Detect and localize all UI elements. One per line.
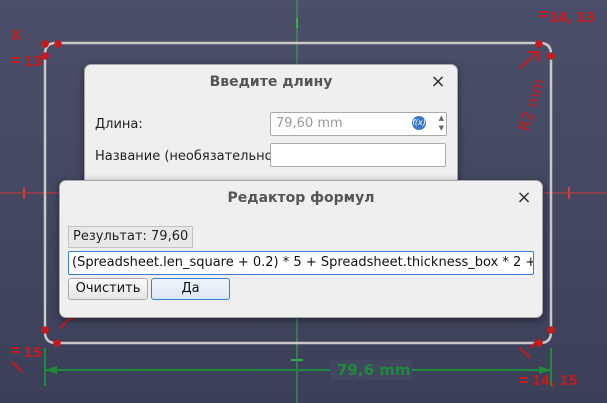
length-dialog-title: Введите длину (209, 74, 333, 90)
dim-left-bottom: 15 (24, 346, 42, 361)
result-label: Результат: 79,60 (68, 226, 194, 248)
length-spinbox[interactable]: 79,60 mm f(x) ▲ ▼ (270, 112, 447, 136)
formula-dialog-title: Редактор формул (227, 190, 375, 206)
width-dimension-label[interactable]: 79,6 mm (337, 361, 411, 379)
length-dialog: Введите длину × Длина: 79,60 mm f(x) ▲ ▼… (84, 64, 458, 186)
spin-down-icon[interactable]: ▼ (439, 124, 444, 132)
dim-top-right: 14, 13 (549, 11, 595, 26)
length-input[interactable]: 79,60 mm (276, 116, 343, 131)
expression-input[interactable]: (Spreadsheet.len_square + 0.2) * 5 + Spr… (68, 251, 534, 275)
close-icon[interactable]: × (513, 181, 535, 215)
name-input[interactable] (270, 143, 446, 167)
spin-up-icon[interactable]: ▲ (439, 114, 444, 122)
clear-button[interactable]: Очистить (68, 278, 148, 300)
formula-icon[interactable]: f(x) (412, 116, 426, 130)
formula-dialog: Редактор формул × Результат: 79,60 (Spre… (59, 180, 543, 318)
dim-left-mid: 13 (24, 55, 42, 70)
length-label: Длина: (95, 117, 143, 132)
width-dimension[interactable] (44, 348, 552, 386)
dim-bottom-right: 14, 15 (532, 374, 578, 389)
dim-radius: R2 mm (515, 76, 549, 133)
close-icon[interactable]: × (427, 65, 449, 99)
ok-button[interactable]: Да (151, 278, 230, 300)
name-label: Название (необязательно) (95, 149, 278, 164)
